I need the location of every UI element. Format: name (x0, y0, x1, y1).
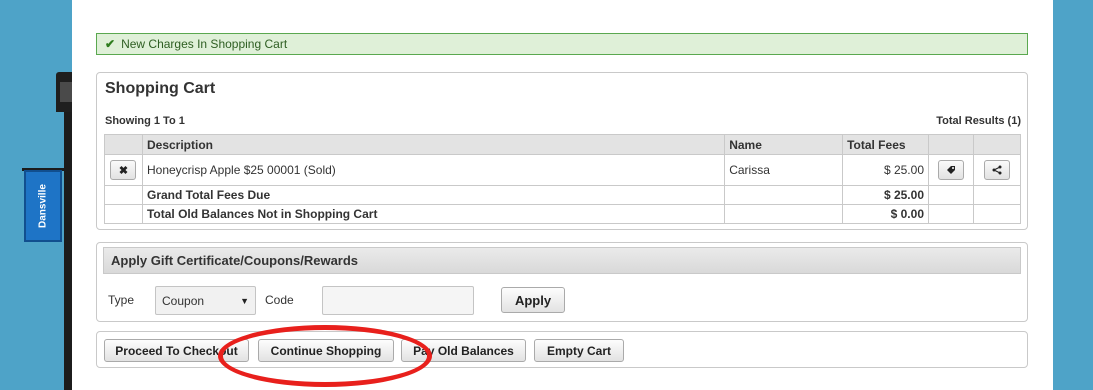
total-results: Total Results (1) (936, 115, 1021, 127)
cart-actions-panel: Proceed To Checkout Continue Shopping Pa… (96, 331, 1028, 368)
item-fee: $ 25.00 (842, 154, 929, 186)
header-name: Name (724, 134, 844, 155)
right-background (1053, 0, 1093, 390)
code-input[interactable] (322, 286, 474, 315)
chevron-down-icon: ▼ (240, 295, 249, 306)
continue-shopping-button[interactable]: Continue Shopping (258, 339, 394, 362)
town-banner: Dansville (24, 170, 62, 242)
header-total-fees: Total Fees (842, 134, 929, 155)
empty-cart-button[interactable]: Empty Cart (534, 339, 624, 362)
proceed-to-checkout-button[interactable]: Proceed To Checkout (104, 339, 249, 362)
header-blank-2 (972, 134, 1022, 155)
showing-range: Showing 1 To 1 (105, 115, 185, 127)
apply-discount-button[interactable] (937, 160, 964, 180)
gift-certificate-panel: Apply Gift Certificate/Coupons/Rewards T… (96, 242, 1028, 322)
main-content: ✔ New Charges In Shopping Cart Shopping … (72, 0, 1053, 390)
tag-cell (928, 154, 974, 186)
type-label: Type (108, 293, 135, 307)
share-button[interactable] (983, 160, 1010, 180)
grand-total-value: $ 25.00 (842, 185, 929, 205)
type-select-value: Coupon (162, 293, 205, 308)
old-balances-value: $ 0.00 (842, 204, 929, 224)
item-description: Honeycrisp Apple $25 00001 (Sold) (141, 154, 726, 186)
apply-button[interactable]: Apply (501, 287, 565, 313)
table-header-row: Description Name Total Fees (104, 134, 1022, 155)
cart-table: Description Name Total Fees ✖ Honeycrisp… (104, 134, 1022, 224)
grand-total-row: Grand Total Fees Due $ 25.00 (104, 185, 1022, 205)
shopping-cart-panel: Shopping Cart Showing 1 To 1 Total Resul… (96, 72, 1028, 230)
header-description: Description (141, 134, 726, 155)
remove-cell: ✖ (104, 154, 143, 186)
new-charges-alert: ✔ New Charges In Shopping Cart (96, 33, 1028, 55)
header-blank-1 (928, 134, 974, 155)
alert-text: New Charges In Shopping Cart (121, 37, 288, 51)
code-label: Code (265, 293, 294, 307)
table-row: ✖ Honeycrisp Apple $25 00001 (Sold) Cari… (104, 154, 1022, 186)
type-select[interactable]: Coupon ▼ (155, 286, 256, 315)
grand-total-label: Grand Total Fees Due (141, 185, 726, 205)
pay-old-balances-button[interactable]: Pay Old Balances (401, 339, 526, 362)
close-icon: ✖ (118, 164, 129, 177)
cart-title: Shopping Cart (105, 80, 216, 97)
share-cell (972, 154, 1022, 186)
item-name: Carissa (724, 154, 844, 186)
tag-icon (946, 166, 955, 174)
old-balances-row: Total Old Balances Not in Shopping Cart … (104, 204, 1022, 224)
gift-panel-header: Apply Gift Certificate/Coupons/Rewards (103, 247, 1021, 274)
remove-item-button[interactable]: ✖ (110, 160, 137, 180)
checkmark-icon: ✔ (105, 37, 116, 51)
header-remove (104, 134, 143, 155)
lamp-post (64, 100, 72, 390)
share-icon (992, 165, 1002, 175)
old-balances-label: Total Old Balances Not in Shopping Cart (141, 204, 726, 224)
